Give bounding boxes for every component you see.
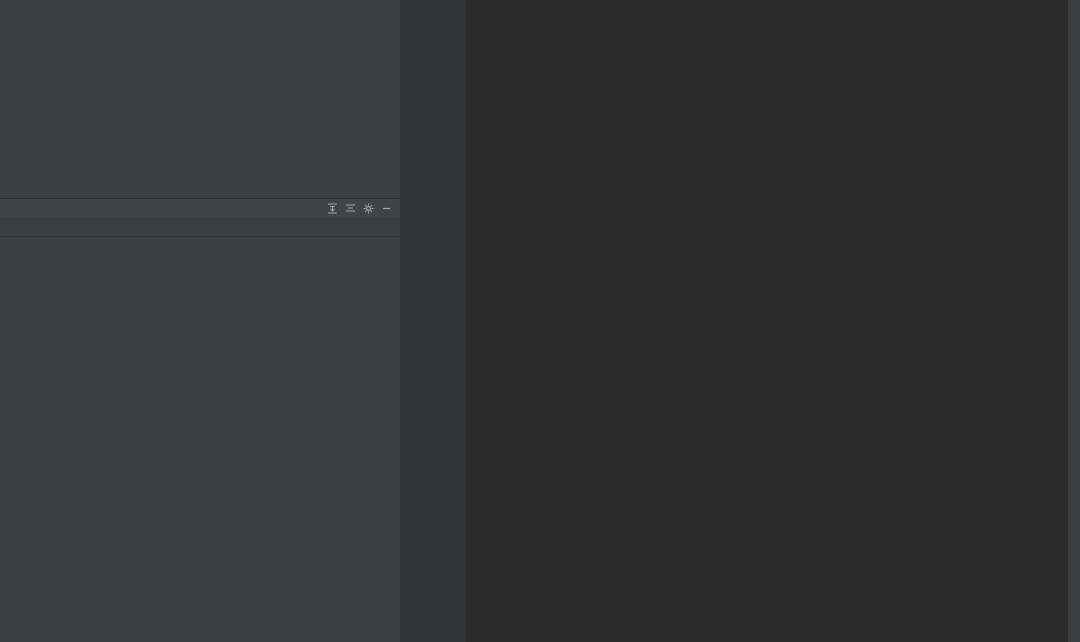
code-folding-column[interactable] xyxy=(450,0,466,642)
collapse-all-icon[interactable] xyxy=(341,200,359,216)
structure-member-list[interactable] xyxy=(0,237,400,642)
ide-window xyxy=(0,0,1080,642)
code-text-area[interactable] xyxy=(466,0,1080,642)
code-editor[interactable] xyxy=(400,0,1080,642)
structure-panel xyxy=(0,198,400,642)
structure-panel-header xyxy=(0,198,400,217)
left-panel xyxy=(0,0,400,642)
project-file-tree[interactable] xyxy=(0,0,400,198)
structure-toolbar xyxy=(0,217,400,237)
gear-icon[interactable] xyxy=(359,200,377,216)
hide-panel-icon[interactable] xyxy=(377,200,395,216)
expand-all-icon[interactable] xyxy=(323,200,341,216)
line-number-gutter xyxy=(400,0,450,642)
editor-scroll-marker-bar[interactable] xyxy=(1068,0,1080,642)
